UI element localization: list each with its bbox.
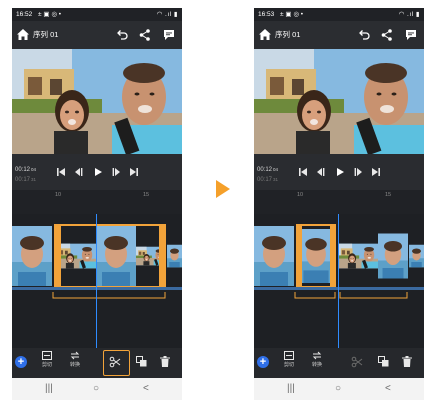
duplicate-icon xyxy=(377,356,388,367)
skip-start-icon[interactable] xyxy=(298,167,308,177)
status-time: 16:52 xyxy=(16,11,33,18)
back-button[interactable]: < xyxy=(143,383,149,395)
bottom-toolbar: + 剪切 转换 xyxy=(12,348,182,378)
ruler-tick: 15 xyxy=(143,192,150,198)
playhead[interactable] xyxy=(338,214,339,348)
playback-controls: 00:1204 00:1731 xyxy=(254,154,424,190)
transform-button[interactable]: 转换 xyxy=(64,351,86,375)
trash-icon xyxy=(160,356,170,367)
delete-button[interactable] xyxy=(154,351,176,375)
duplicate-button[interactable] xyxy=(372,351,394,375)
scissors-icon xyxy=(351,356,363,368)
current-timecode: 00:1204 xyxy=(257,167,279,173)
ruler-tick: 10 xyxy=(55,192,62,198)
skip-end-icon[interactable] xyxy=(371,167,381,177)
clip-left[interactable] xyxy=(254,226,294,286)
top-toolbar: 序列 01 xyxy=(254,21,424,49)
home-nav-button[interactable]: ○ xyxy=(93,383,99,395)
bottom-toolbar: + 剪切 转换 xyxy=(254,348,424,378)
undo-icon[interactable] xyxy=(357,28,371,42)
current-timecode: 00:1204 xyxy=(15,167,37,173)
frame-forward-icon[interactable] xyxy=(353,167,363,177)
add-icon[interactable]: + xyxy=(257,356,269,368)
phone-screen-after: 16:53 ± ▣ ◎ • ◠ .ıl ▮ 序列 01 00:1204 00:1… xyxy=(254,8,424,400)
status-bar: 16:53 ± ▣ ◎ • ◠ .ıl ▮ xyxy=(254,8,424,21)
total-duration: 00:1731 xyxy=(257,177,279,183)
total-duration: 00:1731 xyxy=(15,177,37,183)
status-right-icons: ◠ .ıl ▮ xyxy=(156,11,178,18)
home-icon[interactable] xyxy=(17,29,29,40)
duplicate-icon xyxy=(135,356,146,367)
duplicate-button[interactable] xyxy=(130,351,152,375)
video-preview[interactable] xyxy=(12,49,182,154)
add-icon[interactable]: + xyxy=(15,356,27,368)
play-icon[interactable] xyxy=(335,167,345,177)
cut-tool-icon xyxy=(42,351,52,360)
back-button[interactable]: < xyxy=(385,383,391,395)
home-icon[interactable] xyxy=(259,29,271,40)
clip-selected[interactable] xyxy=(54,224,166,288)
android-nav-bar: ||| ○ < xyxy=(254,378,424,400)
transform-button[interactable]: 转换 xyxy=(306,351,328,375)
share-icon[interactable] xyxy=(138,28,152,42)
playback-controls: 00:1204 00:1731 xyxy=(12,154,182,190)
cut-tool-button[interactable]: 剪切 xyxy=(278,351,300,375)
clip-selected-part-a[interactable] xyxy=(296,224,336,288)
sequence-title: 序列 01 xyxy=(275,30,301,39)
split-button[interactable] xyxy=(104,351,126,375)
clip-part-b[interactable] xyxy=(338,234,408,279)
time-ruler: 10 15 xyxy=(12,190,182,214)
share-icon[interactable] xyxy=(380,28,394,42)
playhead[interactable] xyxy=(96,214,97,348)
transform-icon xyxy=(312,351,322,360)
status-time: 16:53 xyxy=(258,11,275,18)
ruler-tick: 15 xyxy=(385,192,392,198)
android-nav-bar: ||| ○ < xyxy=(12,378,182,400)
recents-button[interactable]: ||| xyxy=(287,383,295,395)
frame-back-icon[interactable] xyxy=(316,167,326,177)
recents-button[interactable]: ||| xyxy=(45,383,53,395)
transform-icon xyxy=(70,351,80,360)
phone-screen-before: 16:52 ± ▣ ◎ • ◠ .ıl ▮ 序列 01 00:1204 00:1… xyxy=(12,8,182,400)
scissors-icon xyxy=(109,356,121,368)
clip-track xyxy=(12,224,182,299)
comment-icon[interactable] xyxy=(404,28,418,42)
cut-tool-label: 剪切 xyxy=(283,362,294,368)
skip-end-icon[interactable] xyxy=(129,167,139,177)
trash-icon xyxy=(402,356,412,367)
clip-track xyxy=(254,224,424,299)
timeline-track[interactable] xyxy=(12,214,182,348)
transform-label: 转换 xyxy=(69,362,80,368)
comment-icon[interactable] xyxy=(162,28,176,42)
cut-tool-icon xyxy=(284,351,294,360)
video-preview[interactable] xyxy=(254,49,424,154)
transform-label: 转换 xyxy=(311,362,322,368)
delete-button[interactable] xyxy=(396,351,418,375)
cut-tool-button[interactable]: 剪切 xyxy=(36,351,58,375)
home-nav-button[interactable]: ○ xyxy=(335,383,341,395)
sequence-title: 序列 01 xyxy=(33,30,59,39)
top-toolbar: 序列 01 xyxy=(12,21,182,49)
frame-back-icon[interactable] xyxy=(74,167,84,177)
ruler-tick: 10 xyxy=(297,192,304,198)
status-bar: 16:52 ± ▣ ◎ • ◠ .ıl ▮ xyxy=(12,8,182,21)
play-icon[interactable] xyxy=(93,167,103,177)
timeline-track[interactable] xyxy=(254,214,424,348)
time-ruler: 10 15 xyxy=(254,190,424,214)
skip-start-icon[interactable] xyxy=(56,167,66,177)
status-right-icons: ◠ .ıl ▮ xyxy=(398,11,420,18)
status-icons: ± ▣ ◎ • xyxy=(280,11,304,18)
frame-forward-icon[interactable] xyxy=(111,167,121,177)
undo-icon[interactable] xyxy=(115,28,129,42)
status-icons: ± ▣ ◎ • xyxy=(38,11,62,18)
cut-tool-label: 剪切 xyxy=(41,362,52,368)
arrow-right-icon xyxy=(216,180,230,198)
split-button[interactable] xyxy=(346,351,368,375)
clip-left[interactable] xyxy=(12,226,52,286)
